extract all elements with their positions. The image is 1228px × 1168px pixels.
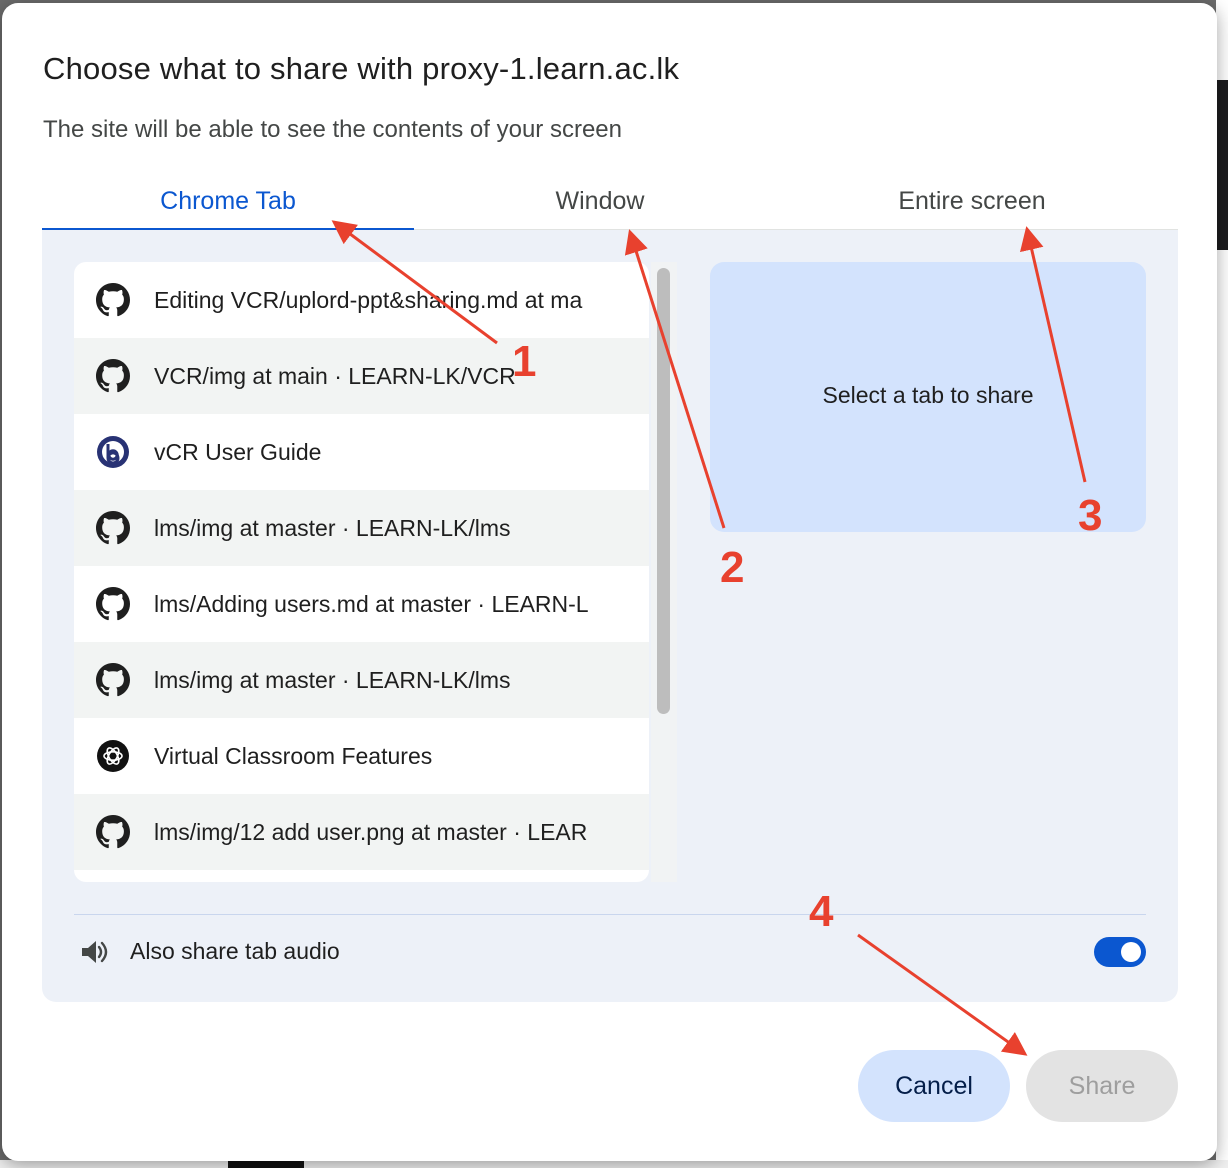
- dialog-subtitle: The site will be able to see the content…: [43, 116, 622, 143]
- scrollbar-thumb[interactable]: [657, 268, 670, 714]
- share-source-tabs: Chrome Tab Window Entire screen: [42, 173, 1178, 231]
- share-audio-label: Also share tab audio: [130, 938, 340, 964]
- list-item-label: Editing VCR/uplord-ppt&sharing.md at ma: [154, 287, 583, 313]
- share-dialog: Choose what to share with proxy-1.learn.…: [2, 3, 1217, 1161]
- list-item[interactable]: Virtual Classroom Features: [74, 718, 649, 794]
- list-item[interactable]: Editing VCR/uplord-ppt&sharing.md at ma: [74, 262, 649, 338]
- tab-list[interactable]: Editing VCR/uplord-ppt&sharing.md at ma …: [74, 262, 649, 882]
- list-item-label: vCR User Guide: [154, 439, 322, 465]
- preview-text: Select a tab to share: [822, 381, 1034, 408]
- list-item-label: lms/img/12 add user.png at master · LEAR: [154, 819, 588, 845]
- list-item-label: lms/img at master · LEARN-LK/lms: [154, 515, 511, 541]
- list-item[interactable]: lms/img at master · LEARN-LK/lms: [74, 490, 649, 566]
- cancel-button[interactable]: Cancel: [858, 1050, 1010, 1122]
- tab-list-scrollbar[interactable]: [651, 262, 677, 882]
- list-item-label: lms/img at master · LEARN-LK/lms: [154, 667, 511, 693]
- tab-chrome-tab[interactable]: Chrome Tab: [42, 173, 414, 231]
- share-preview: Select a tab to share: [710, 262, 1146, 532]
- github-icon: [96, 511, 130, 545]
- speaker-icon: [82, 941, 108, 963]
- openai-icon: [97, 740, 129, 772]
- list-item[interactable]: lms/img at master · LEARN-LK/lms: [74, 642, 649, 718]
- share-button[interactable]: Share: [1026, 1050, 1178, 1122]
- list-item[interactable]: vCR User Guide: [74, 414, 649, 490]
- background-page-bottom-dark: [228, 1160, 304, 1168]
- share-audio-toggle[interactable]: [1094, 937, 1146, 967]
- list-item[interactable]: VCR/img at main · LEARN-LK/VCR: [74, 338, 649, 414]
- bigbluebutton-icon: [97, 436, 129, 468]
- tab-entire-screen[interactable]: Entire screen: [786, 173, 1158, 229]
- list-item[interactable]: lms/Adding users.md at master · LEARN-L: [74, 566, 649, 642]
- background-page-bottom: [0, 1160, 1228, 1168]
- tab-panel: Editing VCR/uplord-ppt&sharing.md at ma …: [42, 230, 1178, 1002]
- background-page-dark-block: [1216, 80, 1228, 250]
- github-icon: [96, 283, 130, 317]
- divider: [74, 914, 1146, 915]
- list-item-label: Virtual Classroom Features: [154, 743, 433, 769]
- list-item[interactable]: lms/img/12 add user.png at master · LEAR: [74, 794, 649, 870]
- toggle-knob: [1121, 942, 1141, 962]
- github-icon: [96, 359, 130, 393]
- list-item-label: VCR/img at main · LEARN-LK/VCR: [154, 363, 516, 389]
- dialog-title: Choose what to share with proxy-1.learn.…: [43, 51, 680, 86]
- list-item-label: lms/Adding users.md at master · LEARN-L: [154, 591, 589, 617]
- tab-window[interactable]: Window: [414, 173, 786, 229]
- github-icon: [96, 815, 130, 849]
- github-icon: [96, 587, 130, 621]
- github-icon: [96, 663, 130, 697]
